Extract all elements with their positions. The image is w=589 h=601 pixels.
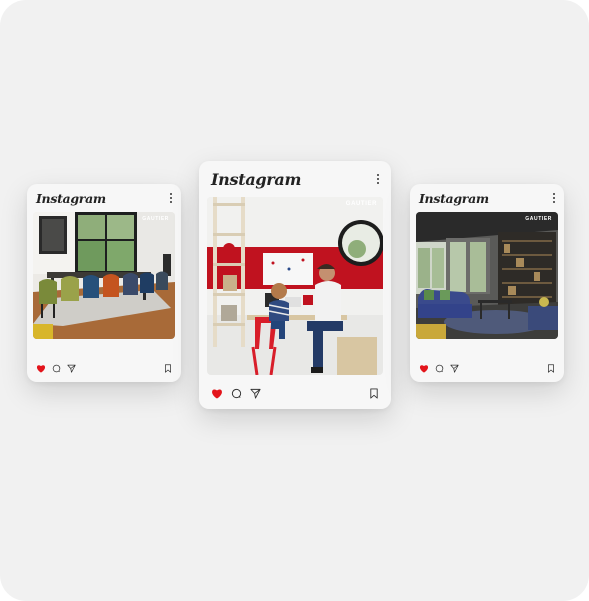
more-vertical-icon[interactable]: [169, 193, 172, 203]
comment-icon[interactable]: [231, 388, 242, 399]
heart-icon[interactable]: [36, 364, 46, 373]
send-icon[interactable]: [250, 388, 261, 399]
dining-room-image: [33, 212, 175, 339]
comment-icon[interactable]: [52, 364, 61, 373]
instagram-post-card-center: Instagram GAUTIER: [199, 161, 391, 409]
living-room-image: [416, 212, 558, 339]
heart-icon[interactable]: [419, 364, 429, 373]
instagram-logo: Instagram: [211, 169, 302, 189]
post-photo[interactable]: GAUTIER: [33, 212, 175, 339]
study-corner-image: [207, 197, 383, 375]
heart-icon[interactable]: [211, 388, 223, 399]
bookmark-icon[interactable]: [164, 363, 172, 373]
instagram-post-card-right: Instagram GAUTIER: [410, 184, 564, 382]
brand-watermark: GAUTIER: [142, 216, 169, 222]
instagram-logo: Instagram: [419, 190, 489, 206]
post-photo[interactable]: GAUTIER: [416, 212, 558, 339]
more-vertical-icon[interactable]: [376, 174, 379, 184]
instagram-logo: Instagram: [36, 190, 106, 206]
brand-watermark: GAUTIER: [525, 216, 552, 222]
brand-watermark: GAUTIER: [345, 201, 377, 207]
background-stage: Instagram GAUTIER Instagram GAUTIER Inst…: [0, 0, 589, 601]
send-icon[interactable]: [450, 364, 459, 373]
comment-icon[interactable]: [435, 364, 444, 373]
post-photo[interactable]: GAUTIER: [207, 197, 383, 375]
instagram-post-card-left: Instagram GAUTIER: [27, 184, 181, 382]
bookmark-icon[interactable]: [547, 363, 555, 373]
bookmark-icon[interactable]: [369, 387, 379, 399]
more-vertical-icon[interactable]: [552, 193, 555, 203]
send-icon[interactable]: [67, 364, 76, 373]
